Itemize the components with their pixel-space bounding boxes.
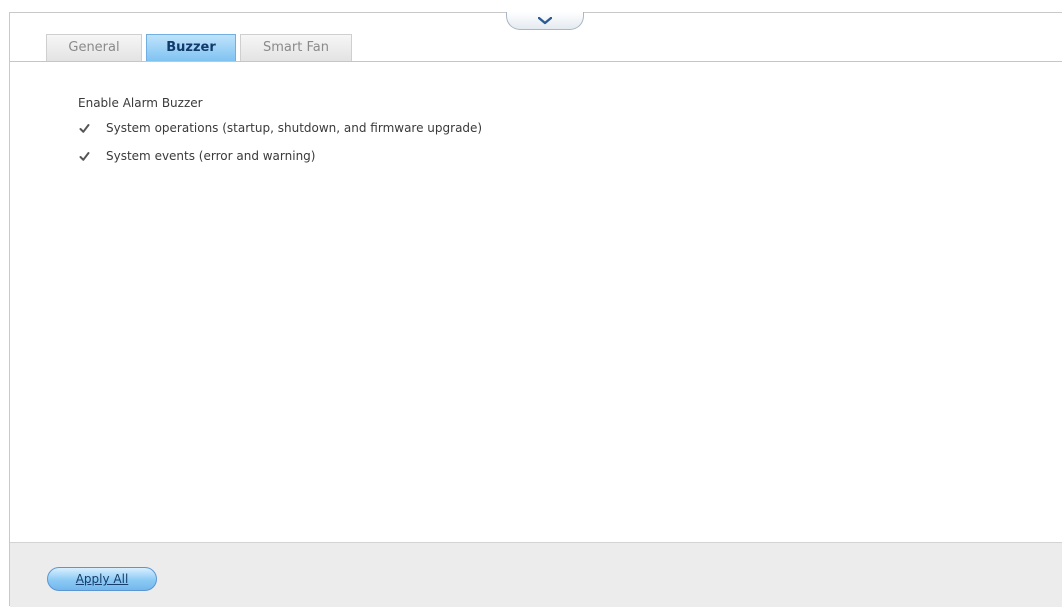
checkmark-icon [79, 124, 90, 133]
tab-buzzer[interactable]: Buzzer [146, 34, 236, 61]
tab-general[interactable]: General [46, 34, 142, 61]
system-events-checkbox[interactable] [79, 151, 90, 162]
option-label: System events (error and warning) [106, 149, 316, 163]
chevron-down-icon [538, 16, 552, 24]
buzzer-settings: Enable Alarm Buzzer System operations (s… [78, 96, 482, 177]
option-system-operations[interactable]: System operations (startup, shutdown, an… [78, 121, 482, 136]
option-system-events[interactable]: System events (error and warning) [78, 149, 482, 164]
footer-bar: Apply All [10, 542, 1062, 607]
system-operations-checkbox[interactable] [79, 123, 90, 134]
apply-all-button[interactable]: Apply All [47, 567, 157, 591]
checkmark-icon [79, 152, 90, 161]
option-label: System operations (startup, shutdown, an… [106, 121, 483, 135]
tab-bar: General Buzzer Smart Fan [10, 33, 1062, 62]
settings-panel: General Buzzer Smart Fan Enable Alarm Bu… [9, 12, 1062, 607]
section-title: Enable Alarm Buzzer [78, 96, 203, 110]
collapse-toggle[interactable] [506, 12, 584, 30]
tab-smart-fan[interactable]: Smart Fan [240, 34, 352, 61]
